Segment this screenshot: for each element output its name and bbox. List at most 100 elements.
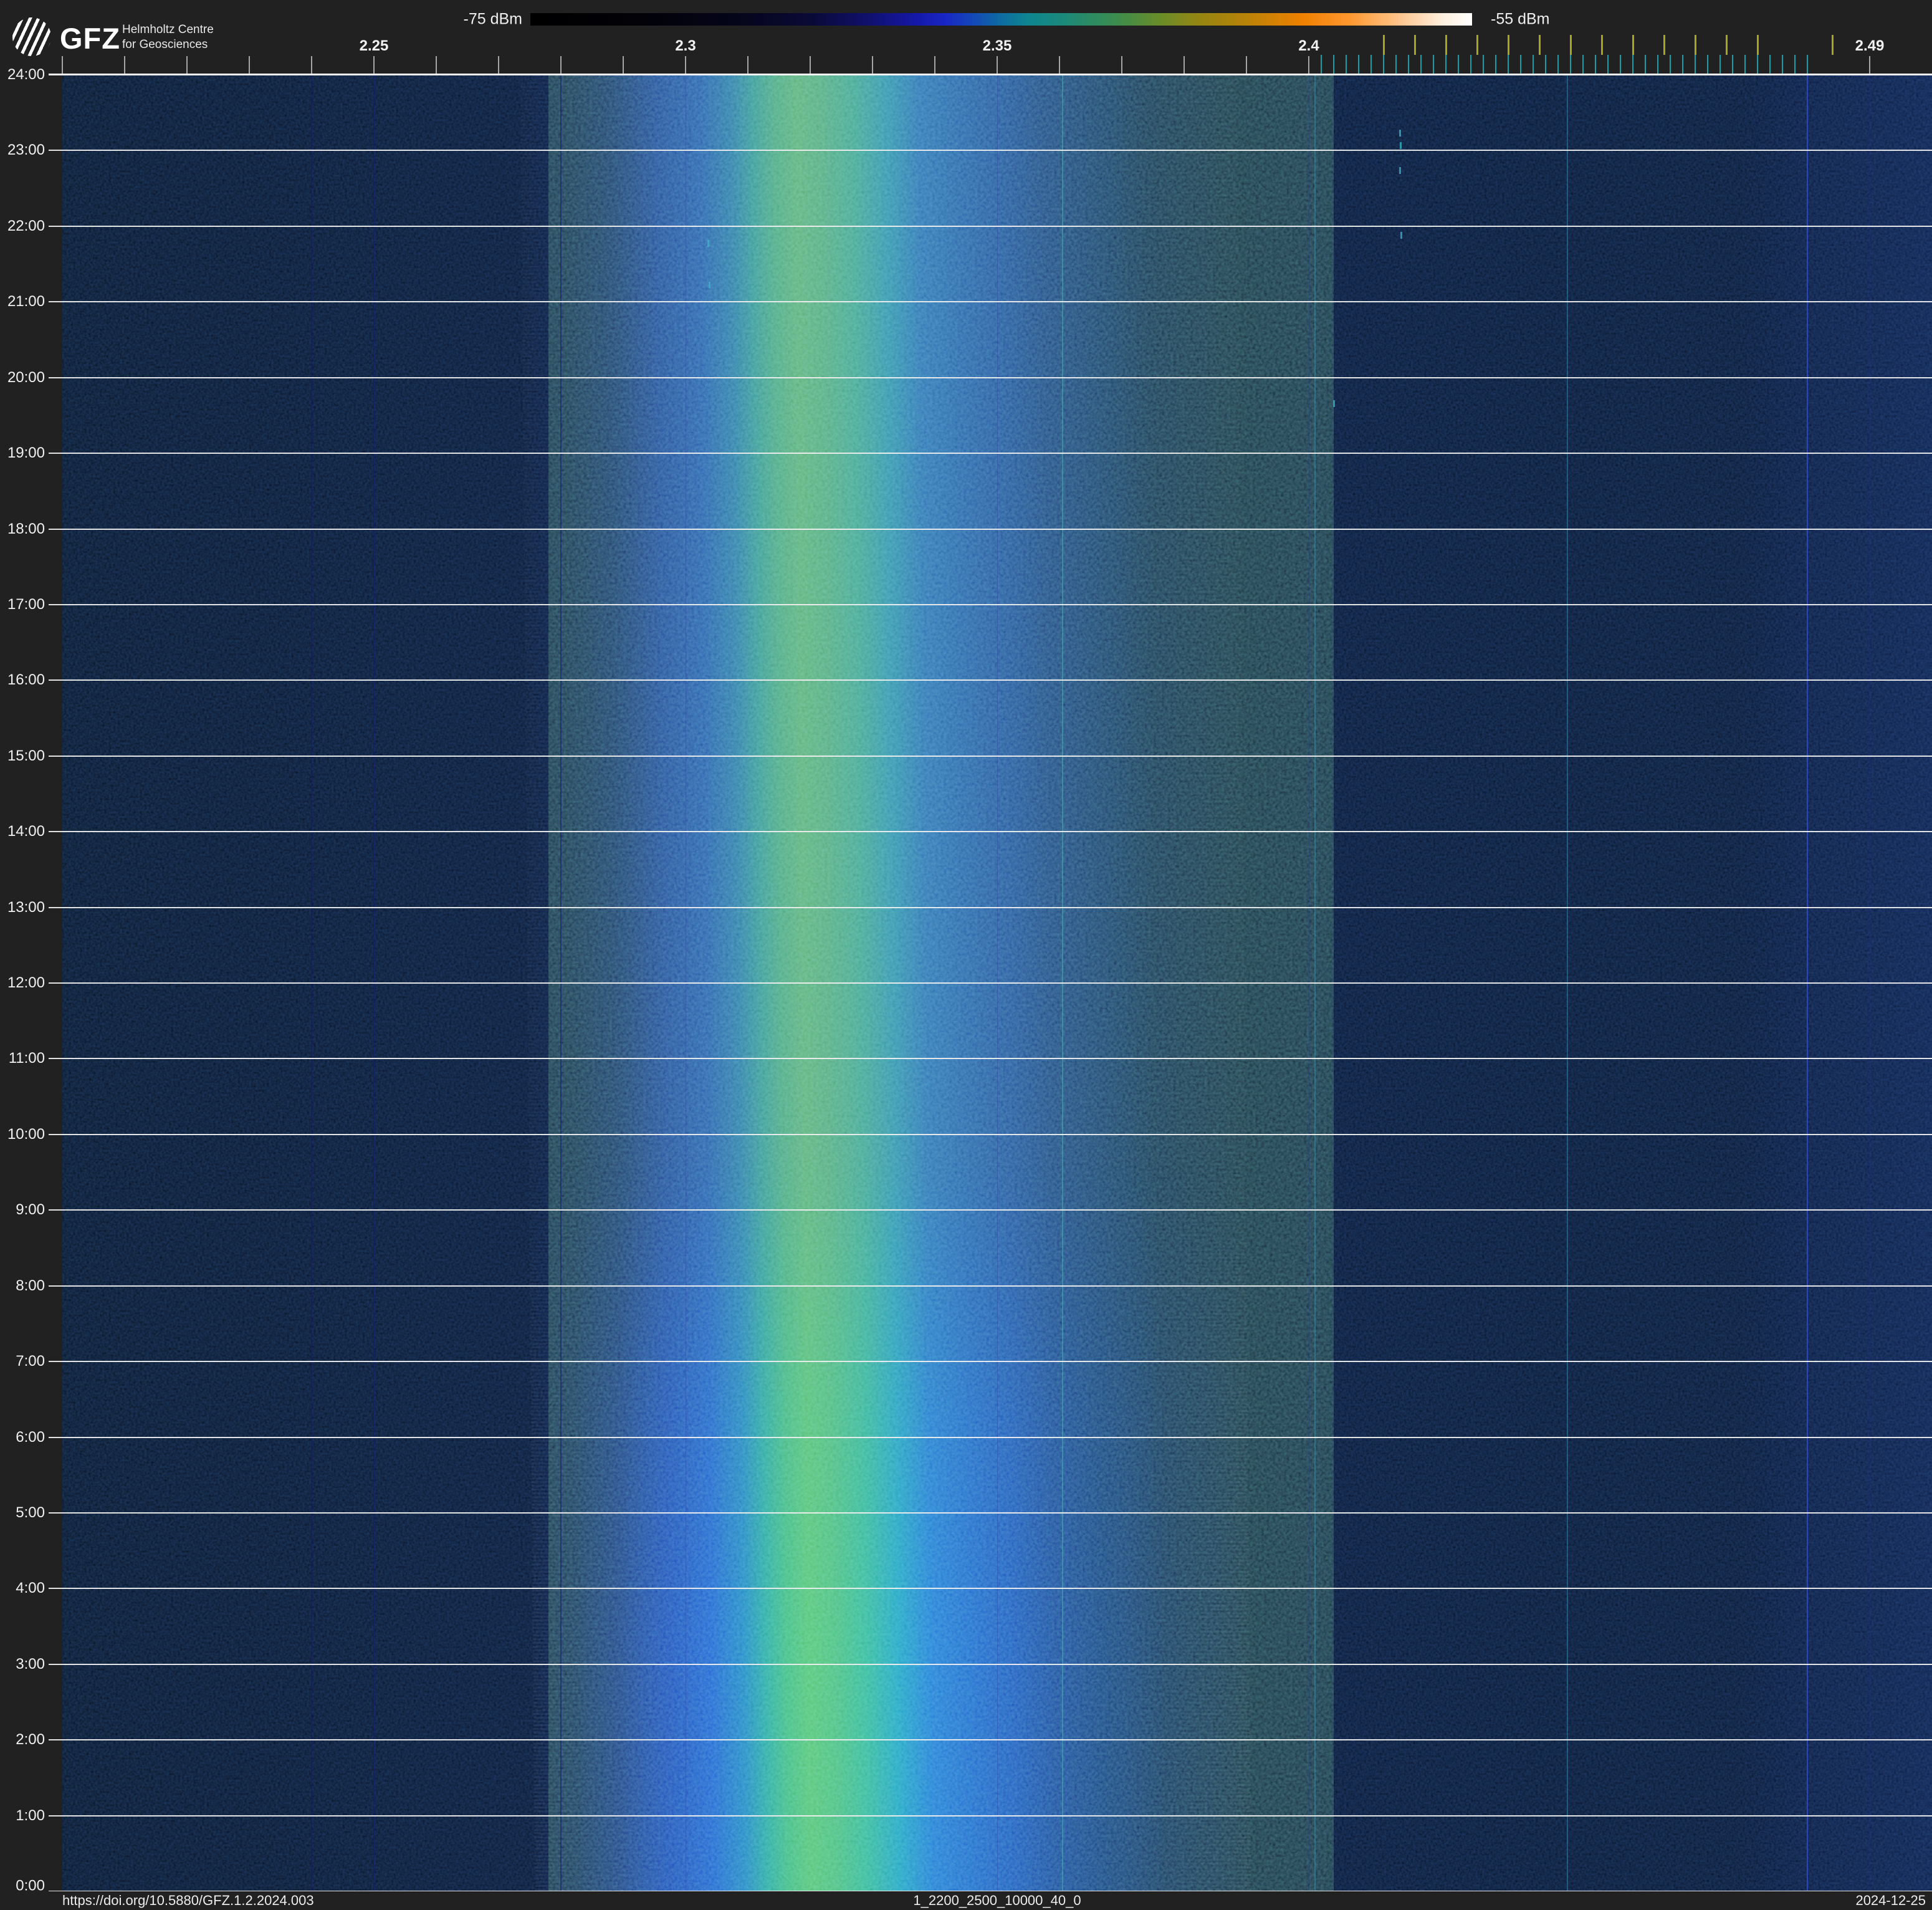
- time-label: 18:00: [7, 520, 45, 537]
- date-label: 2024-12-25: [1855, 1893, 1926, 1908]
- time-label: 9:00: [16, 1201, 45, 1219]
- bluetooth-channel-tick: [1495, 55, 1496, 74]
- colorbar-max-label: -55 dBm: [1491, 10, 1550, 28]
- colorbar-gradient: [530, 13, 1472, 26]
- time-label: 24:00: [7, 66, 45, 83]
- time-gridline: [49, 377, 1932, 378]
- time-label: 6:00: [16, 1428, 45, 1446]
- wifi-channel-tick: [1695, 35, 1696, 55]
- time-gridline: [49, 1285, 1932, 1287]
- signal-speck: [707, 240, 709, 247]
- bluetooth-channel-tick: [1595, 55, 1596, 74]
- time-label: 1:00: [16, 1807, 45, 1824]
- bluetooth-channel-tick: [1794, 55, 1796, 74]
- bluetooth-channel-tick: [1346, 55, 1347, 74]
- freq-tick-label: 2.4: [1298, 37, 1319, 54]
- time-gridline: [49, 528, 1932, 530]
- freq-minor-tick: [1246, 56, 1247, 75]
- wifi-channel-tick: [1383, 35, 1385, 55]
- time-label: 5:00: [16, 1504, 45, 1521]
- freq-minor-tick: [1059, 56, 1060, 75]
- bluetooth-channel-tick: [1420, 55, 1422, 74]
- time-gridline: [49, 1815, 1932, 1816]
- time-gridline: [49, 679, 1932, 681]
- signal-speck: [1400, 232, 1402, 239]
- doi-link[interactable]: https://doi.org/10.5880/GFZ.1.2.2024.003: [62, 1893, 314, 1909]
- bluetooth-channel-tick: [1533, 55, 1534, 74]
- time-gridline: [49, 1512, 1932, 1514]
- freq-minor-tick: [685, 56, 686, 75]
- time-label: 13:00: [7, 898, 45, 916]
- time-gridline: [49, 74, 1932, 75]
- freq-minor-tick: [872, 56, 873, 75]
- freq-minor-tick: [311, 56, 312, 75]
- wifi-channel-tick: [1570, 35, 1572, 55]
- time-gridline: [49, 906, 1932, 908]
- bluetooth-channel-tick: [1744, 55, 1746, 74]
- bluetooth-channel-tick: [1445, 55, 1447, 74]
- bluetooth-channel-tick: [1620, 55, 1621, 74]
- bluetooth-channel-tick: [1557, 55, 1559, 74]
- bluetooth-channel-tick: [1321, 55, 1322, 74]
- bluetooth-channel-tick: [1657, 55, 1658, 74]
- bluetooth-channel-tick: [1769, 55, 1771, 74]
- bluetooth-channel-tick: [1632, 55, 1633, 74]
- dataset-filename: 1_2200_2500_10000_40_0: [913, 1893, 1081, 1908]
- time-label: 11:00: [8, 1050, 45, 1067]
- freq-minor-tick: [934, 56, 935, 75]
- signal-speck: [1399, 167, 1401, 174]
- time-label: 7:00: [16, 1353, 45, 1370]
- freq-minor-tick: [62, 56, 63, 75]
- time-gridline: [49, 1436, 1932, 1438]
- wifi-channel-tick: [1726, 35, 1728, 55]
- time-label: 4:00: [16, 1580, 45, 1597]
- time-label: 3:00: [16, 1655, 45, 1672]
- freq-tick-label: 2.3: [675, 37, 696, 54]
- freq-minor-tick: [498, 56, 499, 75]
- bluetooth-channel-tick: [1607, 55, 1609, 74]
- freq-minor-tick: [186, 56, 188, 75]
- signal-speck: [1333, 400, 1335, 407]
- time-gridline: [49, 1209, 1932, 1211]
- freq-minor-tick: [747, 56, 748, 75]
- signal-speck: [1399, 130, 1401, 137]
- time-gridline: [49, 225, 1932, 227]
- bluetooth-channel-tick: [1470, 55, 1471, 74]
- time-label: 10:00: [7, 1125, 45, 1143]
- time-label: 2:00: [16, 1731, 45, 1749]
- freq-minor-tick: [249, 56, 250, 75]
- wifi-channel-tick: [1601, 35, 1603, 55]
- time-gridline: [49, 1739, 1932, 1741]
- time-label: 19:00: [7, 444, 45, 462]
- time-label: 15:00: [7, 747, 45, 764]
- freq-tick-label: 2.49: [1855, 37, 1885, 54]
- bluetooth-channel-tick: [1782, 55, 1783, 74]
- bluetooth-channel-tick: [1433, 55, 1434, 74]
- freq-minor-tick: [1184, 56, 1185, 75]
- time-gridline: [49, 831, 1932, 833]
- time-gridline: [49, 1588, 1932, 1590]
- time-gridline: [49, 755, 1932, 757]
- bluetooth-channel-tick: [1370, 55, 1372, 74]
- time-label: 17:00: [7, 595, 45, 613]
- bluetooth-channel-tick: [1757, 55, 1758, 74]
- freq-tick-label: 2.25: [359, 37, 389, 54]
- footer: https://doi.org/10.5880/GFZ.1.2.2024.003…: [0, 1891, 1932, 1910]
- bluetooth-channel-tick: [1695, 55, 1696, 74]
- time-label: 21:00: [7, 293, 45, 310]
- bluetooth-channel-tick: [1582, 55, 1584, 74]
- time-label: 20:00: [7, 368, 45, 386]
- time-label: 16:00: [7, 671, 45, 689]
- wifi-channel-tick: [1445, 35, 1447, 55]
- time-gridline: [49, 603, 1932, 605]
- time-label: 23:00: [7, 142, 45, 159]
- bluetooth-channel-tick: [1520, 55, 1521, 74]
- bluetooth-channel-tick: [1333, 55, 1334, 74]
- signal-speck: [1400, 142, 1402, 149]
- bluetooth-channel-tick: [1508, 55, 1509, 74]
- freq-minor-tick: [436, 56, 437, 75]
- bluetooth-channel-tick: [1732, 55, 1733, 74]
- freq-minor-tick: [997, 56, 998, 75]
- time-label: 8:00: [16, 1277, 45, 1294]
- time-gridline: [49, 1058, 1932, 1060]
